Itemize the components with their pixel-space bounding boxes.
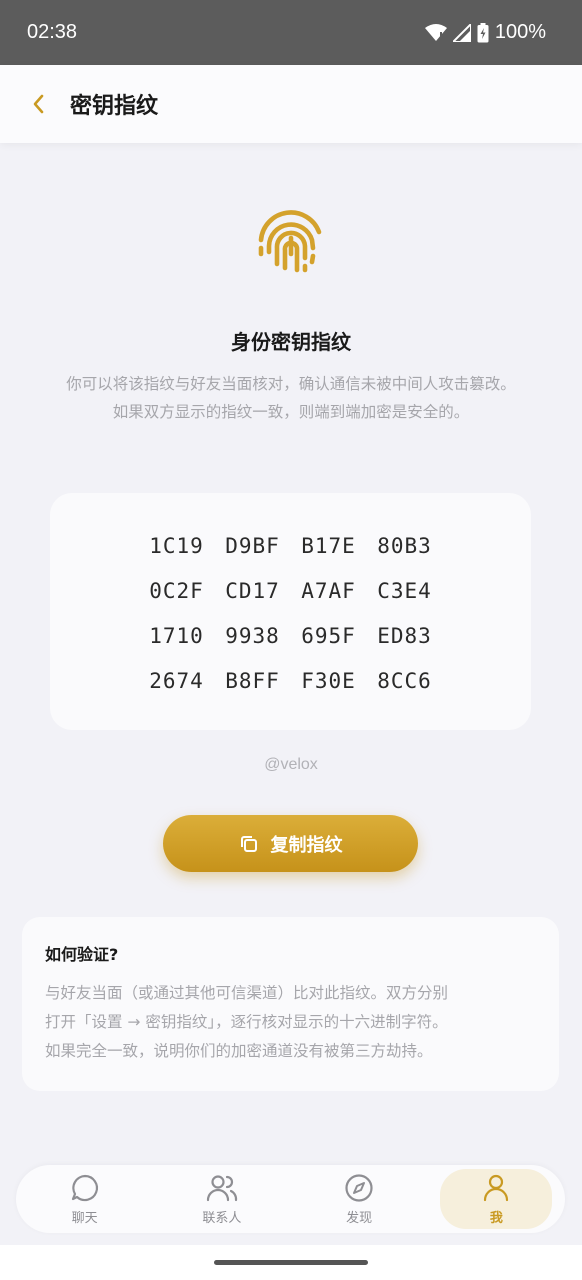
fingerprint-group: B17E — [301, 533, 356, 558]
verification-help-card: 如何验证? 与好友当面（或通过其他可信渠道）比对此指纹。双方分别 打开「设置 →… — [22, 917, 559, 1091]
person-icon — [484, 1174, 509, 1201]
battery-percent: 100% — [494, 21, 546, 43]
fingerprint-row: 1710 9938 695F ED83 — [50, 613, 531, 658]
page-title: 密钥指纹 — [70, 94, 159, 119]
help-line: 与好友当面（或通过其他可信渠道）比对此指纹。双方分别 — [45, 984, 449, 1002]
identity-description: 你可以将该指纹与好友当面核对，确认通信未被中间人攻击篡改。 如果双方显示的指纹一… — [0, 370, 582, 426]
fingerprint-icon — [258, 210, 322, 273]
chevron-left-icon — [33, 94, 44, 114]
help-line: 如果完全一致，说明你们的加密通道没有被第三方劫持。 — [45, 1042, 433, 1060]
tab-label: 发现 — [346, 1210, 373, 1226]
fingerprint-group: 9938 — [225, 623, 280, 648]
fingerprint-group: 8CC6 — [377, 668, 432, 693]
cell-signal-icon — [452, 23, 471, 42]
copy-button-label: 复制指纹 — [270, 834, 343, 856]
help-title: 如何验证? — [45, 945, 119, 964]
contacts-icon — [206, 1174, 237, 1201]
home-indicator[interactable] — [214, 1260, 368, 1265]
fingerprint-group: D9BF — [225, 533, 280, 558]
fingerprint-card: 1C19 D9BF B17E 80B3 0C2F CD17 A7AF C3E4 … — [50, 493, 531, 730]
compass-icon — [345, 1173, 373, 1202]
help-text: 与好友当面（或通过其他可信渠道）比对此指纹。双方分别 打开「设置 → 密钥指纹」… — [45, 979, 535, 1066]
tab-discover[interactable]: 发现 — [303, 1169, 415, 1229]
bottom-tab-bar: 聊天 联系人 发现 我 — [16, 1165, 565, 1233]
fingerprint-row: 2674 B8FF F30E 8CC6 — [50, 658, 531, 703]
fingerprint-group: C3E4 — [377, 578, 432, 603]
battery-icon — [477, 22, 489, 42]
fingerprint-group: 1710 — [149, 623, 204, 648]
status-icons: 100% — [424, 21, 546, 44]
fingerprint-group: A7AF — [301, 578, 356, 603]
chat-icon — [71, 1174, 98, 1201]
copy-icon — [240, 835, 257, 852]
fingerprint-group: ED83 — [377, 623, 432, 648]
description-line: 你可以将该指纹与好友当面核对，确认通信未被中间人攻击篡改。 — [66, 375, 516, 393]
fingerprint-group: B8FF — [225, 668, 280, 693]
tab-chat[interactable]: 聊天 — [29, 1169, 141, 1229]
fingerprint-group: 80B3 — [377, 533, 432, 558]
fingerprint-group: CD17 — [225, 578, 280, 603]
wifi-icon — [424, 23, 447, 41]
tab-me[interactable]: 我 — [440, 1169, 553, 1229]
copy-fingerprint-button[interactable]: 复制指纹 — [163, 815, 418, 872]
tab-label: 聊天 — [71, 1210, 98, 1226]
help-line: 打开「设置 → 密钥指纹」，逐行核对显示的十六进制字符。 — [45, 1013, 448, 1031]
fingerprint-group: F30E — [301, 668, 356, 693]
description-line: 如果双方显示的指纹一致，则端到端加密是安全的。 — [112, 403, 470, 421]
fingerprint-row: 1C19 D9BF B17E 80B3 — [50, 523, 531, 568]
identity-title: 身份密钥指纹 — [231, 330, 351, 354]
tab-label: 联系人 — [202, 1210, 242, 1226]
fingerprint-group: 2674 — [149, 668, 204, 693]
fingerprint-group: 1C19 — [149, 533, 204, 558]
back-button[interactable] — [28, 89, 48, 119]
status-bar: 02:38 100% — [0, 0, 582, 65]
app-header: 密钥指纹 — [0, 65, 582, 143]
fingerprint-row: 0C2F CD17 A7AF C3E4 — [50, 568, 531, 613]
status-time: 02:38 — [27, 21, 78, 43]
user-handle: @velox — [264, 756, 318, 773]
fingerprint-group: 0C2F — [149, 578, 204, 603]
tab-label: 我 — [489, 1210, 503, 1226]
fingerprint-group: 695F — [301, 623, 356, 648]
tab-contacts[interactable]: 联系人 — [166, 1169, 278, 1229]
